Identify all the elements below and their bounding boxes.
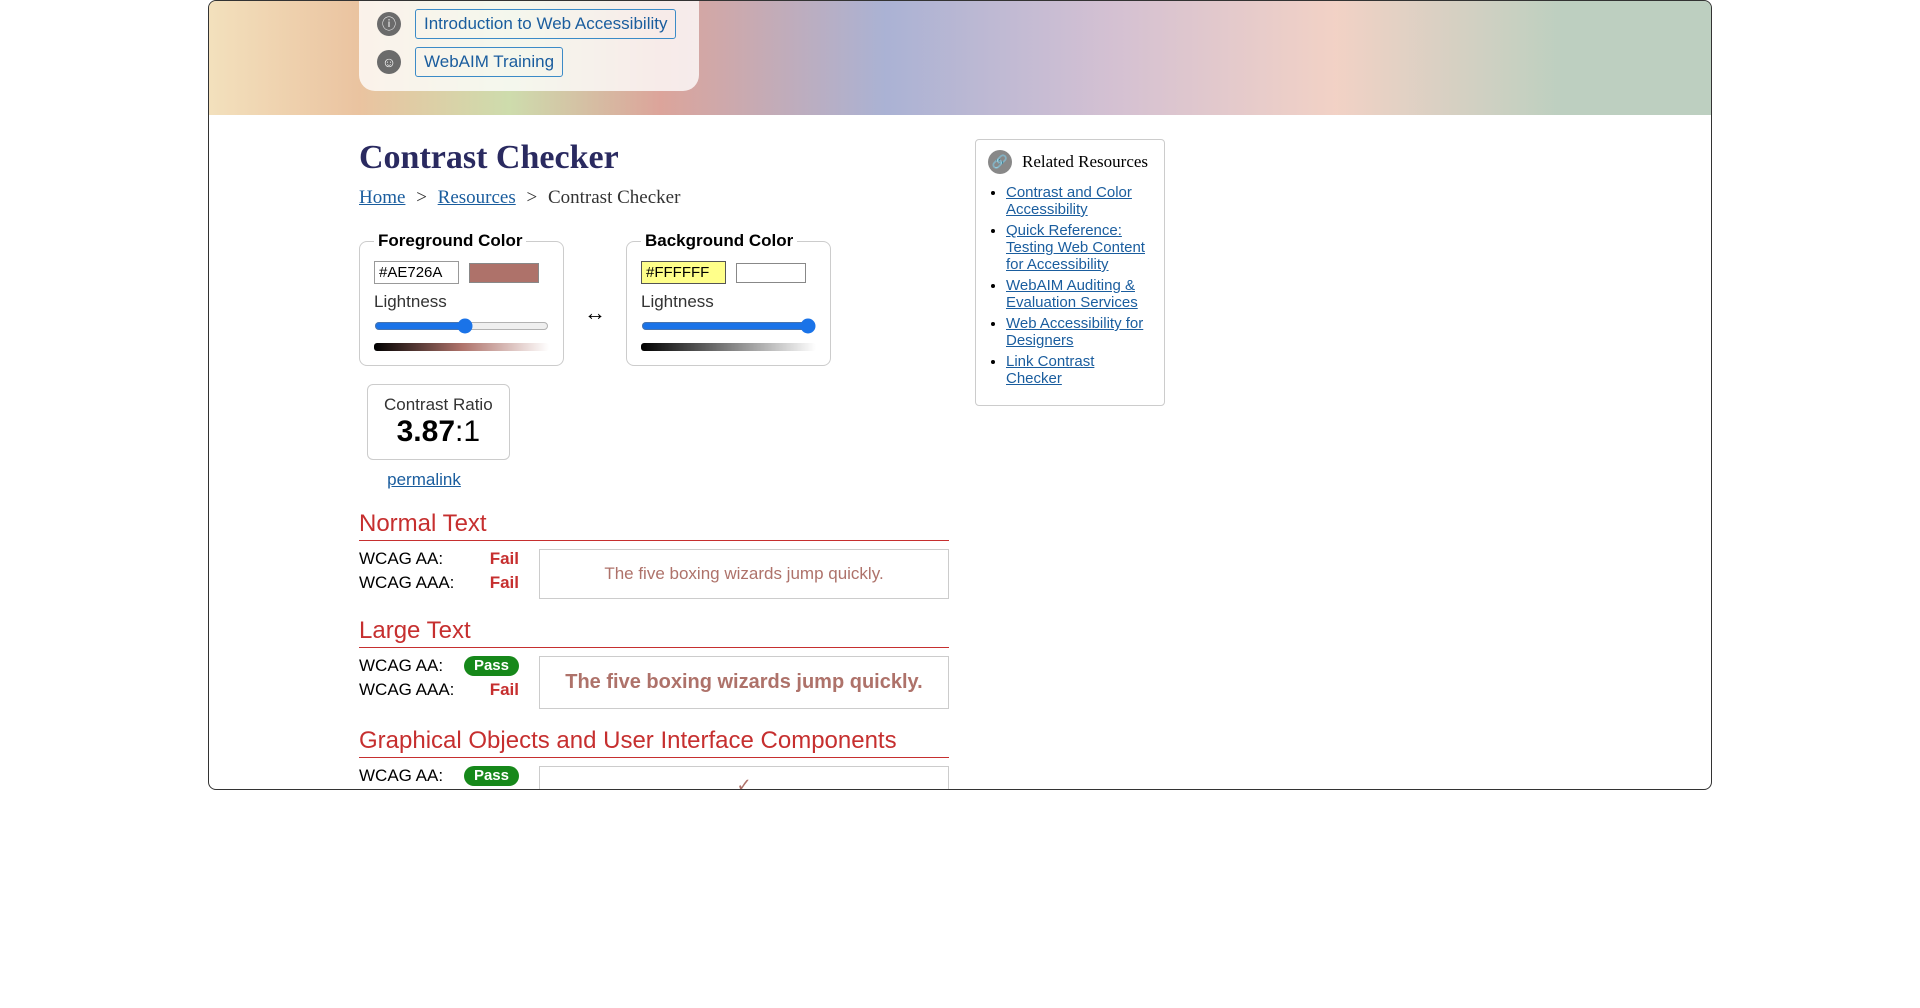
- contrast-ratio-suffix: :1: [455, 415, 480, 448]
- foreground-fieldset: Foreground Color Lightness: [359, 231, 564, 366]
- background-legend: Background Color: [641, 231, 797, 251]
- swap-colors-button[interactable]: ↔: [578, 300, 612, 326]
- training-icon: ☺: [377, 50, 401, 74]
- related-link[interactable]: Link Contrast Checker: [1006, 353, 1094, 387]
- ui-aa-result: Pass: [464, 766, 519, 786]
- foreground-hex-input[interactable]: [374, 261, 459, 284]
- foreground-gradient: [374, 343, 549, 351]
- related-link[interactable]: Web Accessibility for Designers: [1006, 315, 1143, 349]
- large-sample-box: The five boxing wizards jump quickly.: [539, 656, 949, 709]
- breadcrumb-current: Contrast Checker: [548, 187, 680, 208]
- promo-panel: ⓘ Introduction to Web Accessibility ☺ We…: [359, 0, 699, 91]
- promo-link-training[interactable]: WebAIM Training: [415, 47, 563, 77]
- foreground-lightness-slider[interactable]: [374, 318, 549, 334]
- large-aa-label: WCAG AA:: [359, 656, 443, 676]
- promo-link-intro[interactable]: Introduction to Web Accessibility: [415, 9, 676, 39]
- link-icon: 🔗: [988, 150, 1012, 174]
- breadcrumb-home[interactable]: Home: [359, 187, 405, 208]
- breadcrumb: Home > Resources > Contrast Checker: [359, 187, 949, 209]
- background-lightness-slider[interactable]: [641, 318, 816, 334]
- background-lightness-label: Lightness: [641, 292, 816, 312]
- foreground-swatch[interactable]: [469, 263, 539, 283]
- related-link[interactable]: Quick Reference: Testing Web Content for…: [1006, 222, 1145, 273]
- ui-heading: Graphical Objects and User Interface Com…: [359, 727, 949, 758]
- related-link[interactable]: WebAIM Auditing & Evaluation Services: [1006, 277, 1138, 311]
- normal-aa-label: WCAG AA:: [359, 549, 443, 569]
- related-resources-panel: 🔗 Related Resources Contrast and Color A…: [975, 139, 1165, 406]
- breadcrumb-resources[interactable]: Resources: [438, 187, 516, 208]
- related-heading: Related Resources: [1022, 152, 1148, 172]
- permalink-link[interactable]: permalink: [359, 470, 489, 490]
- large-aa-result: Pass: [464, 656, 519, 676]
- page-title: Contrast Checker: [359, 139, 949, 177]
- large-aaa-result: Fail: [490, 680, 519, 700]
- contrast-ratio-label: Contrast Ratio: [384, 395, 493, 415]
- contrast-ratio-value: 3.87: [397, 415, 455, 448]
- info-icon: ⓘ: [377, 12, 401, 36]
- normal-text-heading: Normal Text: [359, 510, 949, 541]
- foreground-lightness-label: Lightness: [374, 292, 549, 312]
- large-sample-text: The five boxing wizards jump quickly.: [565, 671, 922, 693]
- background-hex-input[interactable]: [641, 261, 726, 284]
- normal-aaa-label: WCAG AAA:: [359, 573, 454, 593]
- large-aaa-label: WCAG AAA:: [359, 680, 454, 700]
- hero-banner: ⓘ Introduction to Web Accessibility ☺ We…: [209, 1, 1711, 115]
- contrast-ratio-box: Contrast Ratio 3.87:1: [367, 384, 510, 460]
- normal-aaa-result: Fail: [490, 573, 519, 593]
- background-fieldset: Background Color Lightness: [626, 231, 831, 366]
- large-text-heading: Large Text: [359, 617, 949, 648]
- background-gradient: [641, 343, 816, 351]
- foreground-legend: Foreground Color: [374, 231, 526, 251]
- related-link[interactable]: Contrast and Color Accessibility: [1006, 184, 1132, 218]
- normal-sample-box: The five boxing wizards jump quickly.: [539, 549, 949, 599]
- ui-sample-box: ✓ Text Input: [539, 766, 949, 790]
- normal-sample-text: The five boxing wizards jump quickly.: [604, 564, 883, 583]
- normal-aa-result: Fail: [490, 549, 519, 569]
- ui-aa-label: WCAG AA:: [359, 766, 443, 786]
- background-swatch[interactable]: [736, 263, 806, 283]
- checkmark-icon: ✓: [548, 775, 940, 790]
